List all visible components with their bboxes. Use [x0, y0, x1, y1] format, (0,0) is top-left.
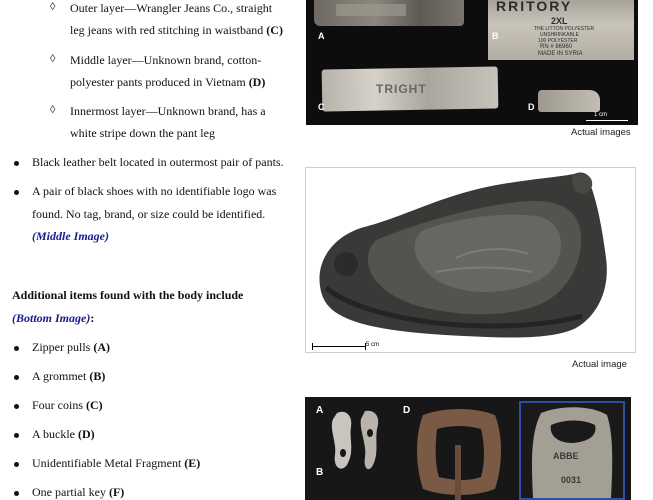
- zipper-pulls-illustration: [331, 410, 379, 470]
- additional-items-heading: Additional items found with the body inc…: [12, 288, 244, 302]
- bullet-icon: [14, 161, 19, 166]
- list-item: A grommet (B): [32, 369, 106, 383]
- layer-middle-line1: Middle layer—Unknown brand, cotton-: [70, 53, 262, 67]
- list-item: One partial key (F): [32, 485, 125, 499]
- metal-items-photo: A B D ABBE 0031: [305, 397, 631, 500]
- list-item: Four coins (C): [32, 398, 103, 412]
- list-item: A buckle (D): [32, 427, 95, 441]
- panel-label-b: B: [492, 31, 499, 41]
- clothing-tags-photo: A RRITORY 2XL THE LITTON POLYESTER UNSHR…: [306, 0, 638, 125]
- buckle-illustration: [417, 409, 501, 500]
- tag-b-detail-text: RN # 86960: [540, 44, 573, 50]
- panel-label-a: A: [318, 31, 325, 41]
- bullet-icon: [14, 491, 19, 496]
- diamond-bullet-icon: ◊: [50, 53, 56, 65]
- tag-b-detail-text: MADE IN SYRIA: [538, 51, 583, 57]
- layer-outer-line1: Outer layer—Wrangler Jeans Co., straight: [70, 1, 273, 15]
- scale-label: 5 cm: [366, 342, 380, 348]
- layer-middle-line2: polyester pants produced in Vietnam (D): [70, 75, 266, 89]
- tag-b-brand-text: RRITORY: [496, 0, 573, 14]
- panel-label-b: B: [316, 467, 324, 478]
- bullet-icon: [14, 190, 19, 195]
- shoe-photo: 5 cm: [305, 167, 636, 353]
- tag-c-text: TRIGHT: [376, 82, 427, 96]
- diamond-bullet-icon: ◊: [50, 1, 56, 13]
- bullet-icon: [14, 346, 19, 351]
- list-item: Zipper pulls (A): [32, 340, 110, 354]
- top-image-caption: Actual images: [571, 127, 631, 138]
- tag-fragment-d: [538, 90, 600, 112]
- layer-outer-line2: leg jeans with red stitching in waistban…: [70, 23, 283, 37]
- layer-inner-line2: white stripe down the pant leg: [70, 126, 215, 140]
- shoes-line2: found. No tag, brand, or size could be i…: [32, 207, 266, 221]
- shoes-line1: A pair of black shoes with no identifiab…: [32, 184, 277, 198]
- bullet-icon: [14, 462, 19, 467]
- bottom-image-ref: (Bottom Image):: [12, 311, 95, 325]
- partial-key-panel: ABBE 0031: [519, 401, 625, 500]
- panel-label-a: A: [316, 405, 324, 416]
- scale-bar: [312, 346, 366, 347]
- scale-label: 1 cm: [594, 112, 608, 118]
- middle-image-ref: (Middle Image): [32, 229, 109, 243]
- panel-label-c: C: [318, 102, 325, 112]
- tag-fragment-a-detail: [336, 4, 406, 16]
- list-item: Unidentifiable Metal Fragment (E): [32, 456, 201, 470]
- tag-b-size-text: 2XL: [551, 16, 568, 26]
- key-code-text: 0031: [561, 475, 582, 485]
- belt-item: Black leather belt located in outermost …: [32, 155, 284, 169]
- shoe-illustration: [319, 172, 607, 338]
- key-brand-text: ABBE: [553, 451, 579, 461]
- bullet-icon: [14, 404, 19, 409]
- layer-inner-line1: Innermost layer—Unknown brand, has a: [70, 104, 266, 118]
- bullet-icon: [14, 375, 19, 380]
- scale-bar-tick: [312, 343, 313, 350]
- panel-label-d: D: [528, 102, 535, 112]
- scale-bar: [586, 120, 628, 121]
- middle-image-caption: Actual image: [572, 359, 627, 370]
- bullet-icon: [14, 433, 19, 438]
- diamond-bullet-icon: ◊: [50, 104, 56, 116]
